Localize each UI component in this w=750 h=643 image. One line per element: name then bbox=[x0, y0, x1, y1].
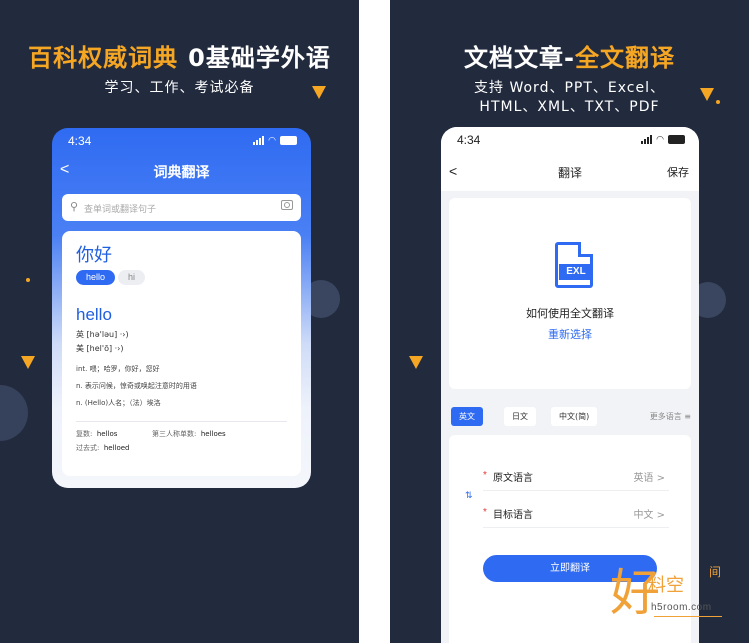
camera-icon[interactable] bbox=[281, 200, 293, 210]
tab-english[interactable]: 英文 bbox=[451, 407, 483, 426]
phonetic-uk[interactable]: 英 [hə'ləu] ·›) bbox=[76, 329, 129, 340]
left-promo-panel: 百科权威词典 0基础学外语 学习、工作、考试必备 4:34 ◠ < 词典翻译 ⚲ … bbox=[0, 0, 359, 643]
tab-chinese-simplified[interactable]: 中文(简) bbox=[551, 407, 598, 426]
query-word: 你好 bbox=[76, 245, 112, 266]
search-placeholder: 查单词或翻译句子 bbox=[84, 205, 157, 215]
status-bar: 4:34 ◠ bbox=[52, 128, 311, 152]
source-language-value[interactable]: 英语 > bbox=[633, 469, 665, 484]
triangle-decoration bbox=[21, 356, 35, 369]
divider bbox=[76, 421, 287, 422]
target-language-value[interactable]: 中文 > bbox=[633, 506, 665, 521]
how-to-text: 如何使用全文翻译 bbox=[526, 307, 614, 320]
page-title: 翻译 bbox=[557, 166, 582, 180]
triangle-decoration bbox=[409, 356, 423, 369]
source-language-row[interactable]: * 原文语言 英语 > bbox=[483, 461, 669, 491]
page-title: 词典翻译 bbox=[153, 165, 210, 181]
status-bar: 4:34 ◠ bbox=[441, 127, 699, 151]
more-languages-button[interactable]: 更多语言 ≡ bbox=[642, 407, 691, 426]
target-language-row[interactable]: * 目标语言 中文 > bbox=[483, 498, 669, 528]
battery-icon bbox=[280, 136, 297, 145]
battery-icon bbox=[668, 135, 685, 144]
result-chip-active[interactable]: hello bbox=[76, 270, 116, 285]
inflection-past: 过去式: helloed bbox=[76, 444, 130, 452]
target-language-label: 目标语言 bbox=[493, 510, 533, 521]
save-button[interactable]: 保存 bbox=[667, 164, 689, 180]
definition: n. 表示问候，惊奇或唤起注意时的用语 bbox=[76, 382, 197, 390]
file-type-tag: EXL bbox=[559, 264, 593, 280]
source-language-label: 原文语言 bbox=[493, 473, 533, 484]
wifi-icon: ◠ bbox=[656, 134, 664, 144]
dictionary-phone-mockup: 4:34 ◠ < 词典翻译 ⚲ 查单词或翻译句子 你好 hello hi hel… bbox=[52, 128, 311, 488]
promo-subheadline: 学习、工作、考试必备 bbox=[104, 80, 255, 96]
reselect-link[interactable]: 重新选择 bbox=[449, 326, 691, 342]
wifi-icon: ◠ bbox=[268, 135, 276, 145]
promo-headline: 文档文章-全文翻译 bbox=[464, 44, 675, 72]
language-tabs: 英文 日文 中文(简) 更多语言 ≡ bbox=[449, 407, 691, 427]
dot-decoration bbox=[26, 278, 30, 282]
promo-subheadline: 支持 Word、PPT、Excel、 HTML、XML、TXT、PDF bbox=[474, 80, 665, 115]
dictionary-result-card: 你好 hello hi hello 英 [hə'ləu] ·›) 美 [hel'… bbox=[62, 231, 301, 476]
search-icon: ⚲ bbox=[70, 201, 79, 213]
definition: int. 喂；哈罗，你好，您好 bbox=[76, 365, 160, 373]
promo-headline: 百科权威词典 0基础学外语 bbox=[28, 44, 331, 72]
search-input[interactable]: ⚲ 查单词或翻译句子 bbox=[62, 194, 301, 221]
status-time: 4:34 bbox=[68, 134, 92, 148]
nav-bar: < 词典翻译 bbox=[52, 158, 311, 186]
inflection-third-person: 第三人称单数: helloes bbox=[152, 430, 226, 438]
tab-japanese[interactable]: 日文 bbox=[504, 407, 536, 426]
swap-languages-icon[interactable]: ⇅ bbox=[465, 490, 473, 501]
watermark-logo: 好 料空 间 h5room.com bbox=[610, 564, 722, 622]
planet-decoration bbox=[0, 385, 28, 441]
result-chip[interactable]: hi bbox=[118, 270, 146, 285]
document-upload-area[interactable]: EXL 如何使用全文翻译 重新选择 bbox=[449, 198, 691, 389]
required-mark: * bbox=[483, 507, 487, 518]
signal-icon bbox=[641, 135, 653, 144]
status-time: 4:34 bbox=[457, 133, 481, 147]
nav-bar: < 翻译 保存 bbox=[441, 151, 699, 191]
phonetic-us[interactable]: 美 [hel'ō] ·›) bbox=[76, 343, 124, 354]
inflection-plural: 复数: hellos bbox=[76, 430, 118, 438]
headword: hello bbox=[76, 305, 112, 324]
signal-icon bbox=[253, 136, 265, 145]
required-mark: * bbox=[483, 470, 487, 481]
definition: n. (Hello)人名；（法）埃洛 bbox=[76, 399, 161, 407]
